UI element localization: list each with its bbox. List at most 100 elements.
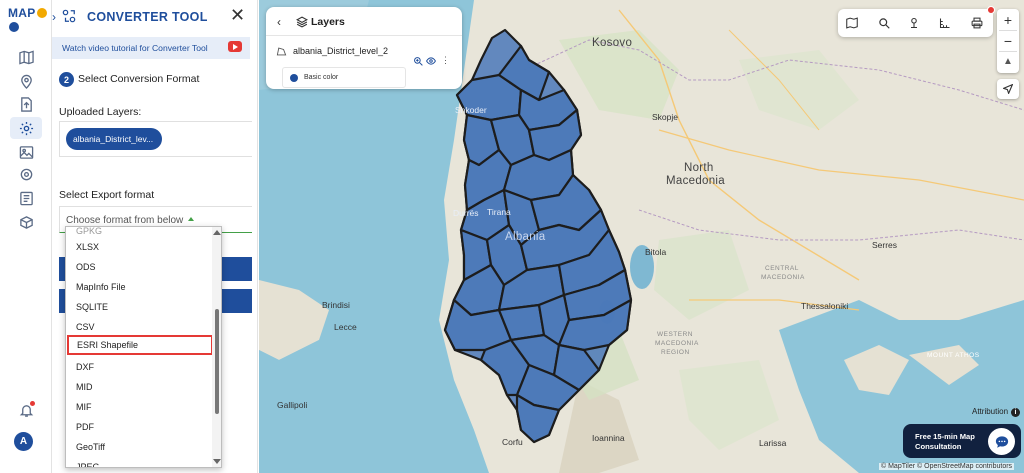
polygon-layer-icon [276, 47, 287, 56]
dropdown-item-esri-shapefile[interactable]: ESRI Shapefile [67, 335, 213, 355]
layer-name[interactable]: albania_District_level_2 [293, 46, 388, 56]
dropdown-item-mid[interactable]: MID [66, 377, 212, 397]
uploaded-layer-chip[interactable]: albania_District_lev... [66, 128, 162, 150]
map-label-macedonia: Macedonia [666, 175, 725, 187]
dropdown-item-mif[interactable]: MIF [66, 397, 212, 417]
dropdown-item-mapinfo[interactable]: MapInfo File [66, 277, 212, 297]
layers-panel: ‹ Layers albania_District_level_2 ⋮ Basi… [266, 7, 462, 89]
map-label-mount-athos: MOUNT ATHOS [927, 352, 980, 359]
toolbar-notification-dot [987, 6, 995, 14]
scrollbar-thumb[interactable] [215, 309, 219, 414]
zoom-to-layer-icon[interactable] [413, 56, 423, 66]
map-label-lecce: Lecce [334, 322, 357, 332]
map-label-central-macedonia: MACEDONIA [761, 274, 805, 281]
bell-icon[interactable] [16, 400, 36, 420]
layers-panel-title: Layers [311, 16, 345, 28]
collapse-chevron-icon[interactable]: › [52, 10, 56, 24]
map-view-icon[interactable] [846, 17, 858, 29]
dropdown-item-csv[interactable]: CSV [66, 317, 212, 337]
consultation-text: Free 15-min Map Consultation [915, 432, 975, 451]
map-label-shkoder: Shkoder [455, 105, 487, 115]
tutorial-banner[interactable]: Watch video tutorial for Converter Tool [52, 37, 250, 59]
close-icon[interactable]: ✕ [230, 6, 245, 24]
dropdown-item-dxf[interactable]: DXF [66, 357, 212, 377]
package-icon[interactable] [16, 212, 36, 232]
layers-divider [266, 35, 462, 36]
panel-header: › CONVERTER TOOL ✕ [52, 0, 258, 34]
dropdown-item-pdf[interactable]: PDF [66, 417, 212, 437]
navigation-arrow-icon [1003, 84, 1013, 94]
youtube-icon[interactable] [228, 41, 242, 52]
info-icon[interactable]: i [1011, 408, 1021, 417]
locate-me-button[interactable] [997, 79, 1019, 99]
zoom-controls: + − ▲ [997, 9, 1019, 73]
map-toolbar [838, 6, 995, 37]
map-label-tirana: Tirana [487, 207, 511, 217]
checklist-icon[interactable] [16, 188, 36, 208]
logo-g-mark [9, 22, 19, 32]
caret-up-icon [188, 217, 194, 221]
step-number-badge: 2 [59, 72, 74, 87]
more-options-icon[interactable]: ⋮ [441, 55, 450, 66]
dropdown-scrollbar[interactable] [212, 227, 221, 467]
map-label-ioannina: Ioannina [592, 433, 625, 443]
upload-file-icon[interactable] [16, 94, 36, 114]
format-select-placeholder: Choose format from below [66, 215, 184, 226]
map-label-kosovo: Kosovo [592, 37, 633, 49]
map-icon[interactable] [16, 47, 36, 67]
compass-north-icon[interactable]: ▲ [997, 52, 1019, 72]
avatar[interactable]: A [14, 432, 33, 451]
color-swatch [290, 74, 298, 82]
uploaded-layers-label: Uploaded Layers: [59, 106, 142, 118]
map-label-bitola: Bitola [645, 247, 667, 257]
attribution-label: Attribution [972, 407, 1009, 416]
map-label-larissa: Larissa [759, 438, 787, 448]
map-label-serres: Serres [872, 240, 898, 250]
settings-gear-icon[interactable] [10, 117, 42, 139]
logo-text: MAP [8, 6, 36, 20]
visibility-eye-icon[interactable] [426, 56, 436, 66]
map-label-skopje: Skopje [652, 112, 678, 122]
notification-dot [30, 401, 35, 406]
map-label-brindisi: Brindisi [322, 300, 350, 310]
map-label-north: North [684, 162, 714, 174]
step-title: Select Conversion Format [78, 73, 200, 85]
image-gallery-icon[interactable] [16, 142, 36, 162]
dropdown-item-xlsx[interactable]: XLSX [66, 237, 212, 257]
export-format-label: Select Export format [59, 189, 155, 201]
map-label-thessaloniki: Thessaloniki [801, 301, 849, 311]
zoom-in-button[interactable]: + [997, 10, 1019, 30]
uploaded-layers-box: albania_District_lev... [59, 121, 252, 157]
layer-style-row[interactable]: Basic color [282, 67, 406, 88]
print-icon[interactable] [971, 17, 983, 29]
cog-icon[interactable] [16, 164, 36, 184]
format-dropdown-list[interactable]: GPKG XLSX ODS MapInfo File SQLITE CSV ES… [65, 226, 222, 468]
attribution-toggle[interactable]: Attribution i [972, 407, 1021, 417]
scroll-down-arrow-icon[interactable] [213, 459, 221, 464]
mapog-logo[interactable]: MAP [8, 6, 51, 34]
zoom-out-button[interactable]: − [997, 31, 1019, 51]
dropdown-item-sqlite[interactable]: SQLITE [66, 297, 212, 317]
dropdown-item-geotiff[interactable]: GeoTiff [66, 437, 212, 457]
chat-bubble-icon[interactable] [988, 428, 1015, 455]
logo-o-mark [36, 8, 47, 18]
dropdown-item-ods[interactable]: ODS [66, 257, 212, 277]
location-pin-icon[interactable] [16, 71, 36, 91]
consultation-widget[interactable]: Free 15-min Map Consultation [903, 424, 1021, 458]
search-icon[interactable] [878, 17, 890, 29]
panel-title: CONVERTER TOOL [87, 10, 208, 24]
back-chevron-icon[interactable]: ‹ [277, 15, 281, 29]
pin-marker-icon[interactable] [908, 17, 920, 29]
tutorial-link[interactable]: Watch video tutorial for Converter Tool [62, 43, 208, 53]
map-label-western: WESTERN [657, 331, 693, 338]
map-label-albania: Albania [505, 231, 546, 243]
scroll-up-arrow-icon[interactable] [213, 230, 221, 235]
map-label-durres: Durrës [453, 208, 479, 218]
measure-ruler-icon[interactable] [939, 17, 951, 29]
map-label-western-macedonia: MACEDONIA [655, 340, 699, 347]
map-label-central: CENTRAL [765, 265, 799, 272]
app-root: MAP A › CONVERTER TOOL ✕ Watch video tut… [0, 0, 1024, 473]
map-label-corfu: Corfu [502, 437, 523, 447]
map-copyright: © MapTiler © OpenStreetMap contributors [879, 463, 1015, 470]
dropdown-item-jpeg[interactable]: JPEG [66, 457, 212, 467]
